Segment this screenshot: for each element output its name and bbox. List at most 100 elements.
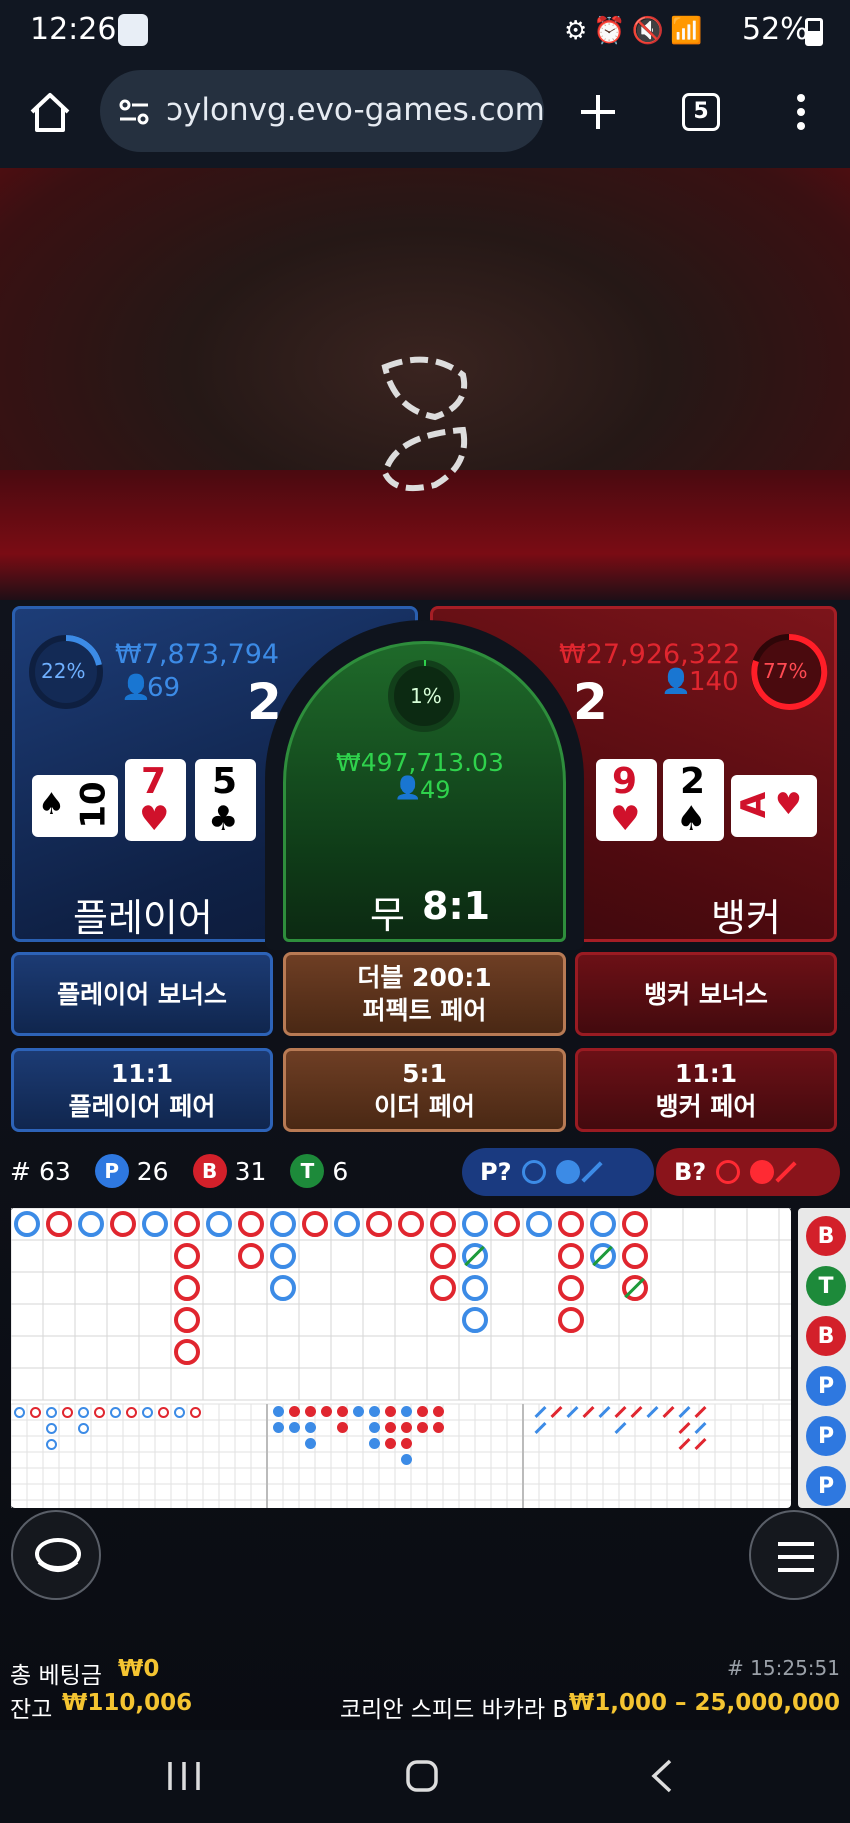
big-road-marker	[462, 1307, 488, 1333]
recent-apps-icon[interactable]	[166, 1758, 202, 1794]
app-notification-icon	[118, 14, 148, 46]
bead-road-marker: T	[806, 1266, 846, 1306]
chat-icon	[35, 1538, 81, 1572]
small-road-marker	[369, 1422, 380, 1433]
big-road-marker	[558, 1275, 584, 1301]
tie-amount: ₩497,713.03	[336, 748, 504, 777]
small-road-marker	[417, 1406, 428, 1417]
big-eye-road-marker	[190, 1407, 201, 1418]
predict-cockroach-icon	[580, 1161, 603, 1183]
big-eye-road-marker	[126, 1407, 137, 1418]
predict-small-road-icon	[555, 1160, 580, 1184]
address-bar[interactable]: ɔylonvg.evo-games.com	[100, 70, 544, 152]
predict-small-road-icon	[750, 1160, 775, 1184]
either-pair-button[interactable]: 5:1 이더 페어	[283, 1048, 566, 1132]
banker-pair-button[interactable]: 11:1 뱅커 페어	[575, 1048, 837, 1132]
tie-count: 6	[332, 1156, 349, 1186]
either-pair-odds: 5:1	[402, 1059, 447, 1088]
banker-card-2-rank: 2	[680, 761, 706, 802]
banker-card-1: 9 ♥	[596, 759, 657, 841]
tie-bet-spot[interactable]: 1% ₩497,713.03 👤 49 무 8:1	[283, 641, 566, 942]
big-road-marker	[558, 1307, 584, 1333]
big-road-marker	[430, 1243, 456, 1269]
player-bonus-button[interactable]: 플레이어 보너스	[11, 952, 273, 1036]
player-predict-label: P?	[480, 1158, 512, 1186]
player-pair-button[interactable]: 11:1 플레이어 페어	[11, 1048, 273, 1132]
bead-road-panel[interactable]: BTBPPP	[798, 1208, 850, 1508]
big-road-marker	[462, 1243, 488, 1269]
big-road-marker	[206, 1211, 232, 1237]
big-eye-road-marker	[174, 1407, 185, 1418]
player-card-1-rank: 10	[73, 781, 114, 829]
big-road-marker	[78, 1211, 104, 1237]
small-road-marker	[321, 1406, 332, 1417]
player-card-1: ♠ 10	[32, 775, 118, 837]
balance-value: ₩110,006	[62, 1690, 193, 1716]
big-eye-road-marker	[94, 1407, 105, 1418]
tie-odds: 8:1	[422, 884, 491, 928]
big-road-marker	[270, 1275, 296, 1301]
menu-button[interactable]	[749, 1510, 839, 1600]
big-road-marker	[110, 1211, 136, 1237]
status-icons: ⚙⏰🔇📶	[564, 16, 709, 46]
round-id: # 15:25:51	[727, 1656, 840, 1680]
home-icon[interactable]	[28, 90, 72, 134]
big-road-marker	[494, 1211, 520, 1237]
big-road-marker	[174, 1243, 200, 1269]
small-road-marker	[385, 1406, 396, 1417]
bead-road-marker: B	[806, 1216, 846, 1256]
player-predict-button[interactable]: P?	[462, 1148, 654, 1196]
big-road-marker	[398, 1211, 424, 1237]
big-road-marker	[46, 1211, 72, 1237]
roadmap-grid	[11, 1208, 791, 1508]
big-eye-road-marker	[14, 1407, 25, 1418]
perfect-pair-label: 퍼펙트 페어	[362, 996, 487, 1025]
big-eye-road-marker	[30, 1407, 41, 1418]
site-settings-icon[interactable]	[118, 96, 150, 128]
big-road-marker	[238, 1243, 264, 1269]
big-road-marker	[622, 1211, 648, 1237]
small-road-marker	[433, 1422, 444, 1433]
bead-road-marker: P	[806, 1466, 846, 1506]
banker-bettors: 140	[689, 667, 739, 697]
bead-road-marker: P	[806, 1366, 846, 1406]
big-road-marker	[334, 1211, 360, 1237]
small-road-marker	[305, 1438, 316, 1449]
new-tab-icon[interactable]	[578, 92, 618, 132]
banker-predict-button[interactable]: B?	[656, 1148, 840, 1196]
small-road-marker	[433, 1406, 444, 1417]
tie-slash-mark	[464, 1245, 485, 1267]
big-road-marker	[526, 1211, 552, 1237]
small-road-marker	[289, 1406, 300, 1417]
chip-stack-button[interactable]	[11, 1510, 101, 1600]
big-road-marker	[174, 1275, 200, 1301]
perfect-pair-button[interactable]: 더블 200:1 퍼펙트 페어	[283, 952, 566, 1036]
banker-card-3-suit: ♥	[775, 787, 802, 822]
small-road-marker	[337, 1422, 348, 1433]
player-pair-label: 플레이어 페어	[68, 1092, 216, 1121]
banker-pair-label: 뱅커 페어	[655, 1092, 757, 1121]
big-road-marker	[590, 1211, 616, 1237]
small-road-marker	[305, 1422, 316, 1433]
system-nav-bar	[0, 1730, 850, 1823]
small-road-marker	[273, 1406, 284, 1417]
big-road-marker	[558, 1211, 584, 1237]
small-road-marker	[385, 1438, 396, 1449]
tab-switcher-button[interactable]: 5	[682, 93, 720, 131]
player-wins-count: 26	[136, 1156, 169, 1186]
home-nav-icon[interactable]	[404, 1758, 440, 1794]
big-eye-road-marker	[62, 1407, 73, 1418]
back-icon[interactable]	[648, 1758, 676, 1794]
more-menu-icon[interactable]	[786, 92, 816, 132]
footer-info: 총 베팅금 ₩0 잔고 ₩110,006 # 15:25:51 코리안 스피드 …	[0, 1640, 850, 1730]
battery-percent: 52%	[742, 12, 809, 47]
big-road-marker	[462, 1211, 488, 1237]
total-bet-label: 총 베팅금	[10, 1663, 102, 1689]
banker-label: 뱅커	[711, 896, 781, 940]
player-card-2: 7 ♥	[125, 759, 186, 841]
banker-bonus-button[interactable]: 뱅커 보너스	[575, 952, 837, 1036]
player-card-2-rank: 7	[141, 761, 167, 802]
big-road-marker	[622, 1243, 648, 1269]
scoreboard-roadmap[interactable]	[11, 1208, 791, 1508]
perfect-pair-odds: 더블 200:1	[357, 963, 492, 992]
